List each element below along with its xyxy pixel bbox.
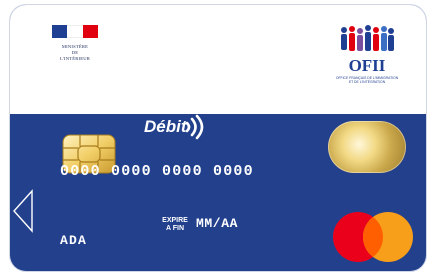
expire-value: MM/AA	[196, 216, 239, 231]
cardholder-name: ADA	[60, 233, 88, 248]
people-figures-icon	[341, 25, 394, 51]
hologram-icon	[328, 121, 406, 173]
ministere-logo: MINISTÈRE DE L'INTÉRIEUR	[52, 25, 98, 91]
mastercard-logo	[333, 212, 413, 262]
contactless-icon	[185, 114, 204, 140]
left-arrow-icon	[13, 189, 33, 233]
french-flag-icon	[52, 25, 98, 38]
ofii-logo: OFII OFFICE FRANÇAIS DE L'IMMIGRATION ET…	[328, 25, 406, 95]
ofii-subtitle: OFFICE FRANÇAIS DE L'IMMIGRATION ET DE L…	[335, 76, 399, 85]
card-number: 0000 0000 0000 0000	[60, 163, 254, 180]
payment-card: MINISTÈRE DE L'INTÉRIEUR OFII OFFICE FRA…	[10, 5, 426, 271]
expire-label: EXPIRE A FIN	[162, 217, 188, 232]
ministere-text: MINISTÈRE DE L'INTÉRIEUR	[59, 44, 91, 61]
ofii-name: OFII	[348, 56, 386, 75]
card-type-label: Débit	[144, 117, 187, 136]
